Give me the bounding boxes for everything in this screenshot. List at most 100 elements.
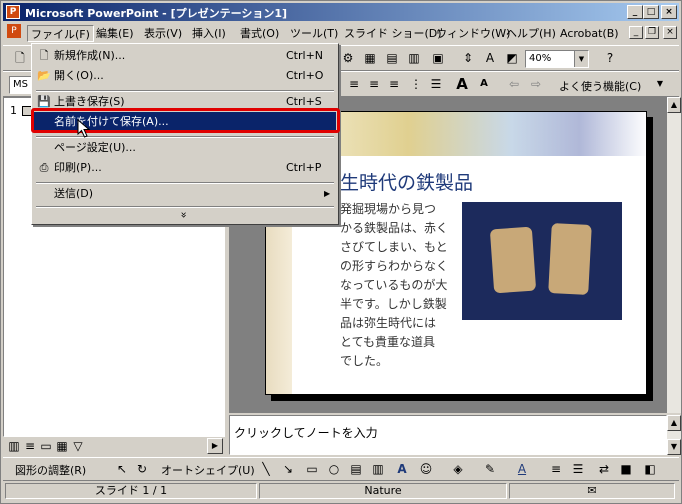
- vertical-textbox-icon[interactable]: ▥: [369, 460, 387, 478]
- document-icon[interactable]: P: [7, 24, 21, 38]
- body-line: かる鉄製品は、赤く: [340, 221, 449, 235]
- insert-chart-bar-icon[interactable]: ▥: [405, 49, 423, 67]
- scroll-right-icon[interactable]: ▶: [207, 438, 223, 454]
- rectangle-icon[interactable]: ▭: [303, 460, 321, 478]
- clipart-icon[interactable]: ☺: [417, 460, 435, 478]
- body-line: でした。: [340, 354, 389, 368]
- arrow-style-icon[interactable]: ⇄: [595, 460, 613, 478]
- menu-format[interactable]: 書式(O): [237, 25, 282, 42]
- notes-pane[interactable]: クリックしてノートを入力: [229, 415, 667, 455]
- align-right-icon[interactable]: ≡: [385, 75, 403, 93]
- doc-close-button[interactable]: ×: [663, 26, 677, 39]
- notes-scroll-up-icon[interactable]: ▲: [667, 415, 681, 431]
- select-arrow-icon[interactable]: ↖: [113, 460, 131, 478]
- body-line: の形すらわからなく: [340, 259, 449, 273]
- new-doc-icon[interactable]: 🗋: [11, 49, 29, 67]
- insert-chart-icon[interactable]: ⚙: [339, 49, 357, 67]
- decrease-font-icon[interactable]: A: [475, 75, 493, 93]
- textbox-icon[interactable]: ▤: [347, 460, 365, 478]
- menu-item-print[interactable]: ⎙ 印刷(P)... Ctrl+P: [34, 158, 336, 178]
- insert-clipart-icon[interactable]: ▣: [429, 49, 447, 67]
- menu-item-new[interactable]: 🗋 新規作成(N)... Ctrl+N: [34, 46, 336, 66]
- scroll-up-icon[interactable]: ▲: [667, 97, 681, 113]
- menu-item-label: 送信(D): [54, 187, 94, 200]
- line-color-icon[interactable]: ✎: [481, 460, 499, 478]
- promote-icon[interactable]: ⇦: [505, 75, 523, 93]
- align-left-icon[interactable]: ≡: [345, 75, 363, 93]
- menu-window[interactable]: ウィンドウ(W): [433, 25, 513, 42]
- fill-color-icon[interactable]: ◈: [449, 460, 467, 478]
- notes-placeholder: クリックしてノートを入力: [234, 426, 378, 440]
- font-box-value: MS: [13, 79, 28, 90]
- line-style-icon[interactable]: ≡: [547, 460, 565, 478]
- iron-artifacts-photo[interactable]: [462, 202, 622, 320]
- free-rotate-icon[interactable]: ↻: [133, 460, 151, 478]
- frequent-functions-button[interactable]: よく使う機能(C): [559, 78, 641, 94]
- font-box[interactable]: MS: [9, 76, 33, 94]
- body-line: とても貴重な道具: [340, 335, 436, 349]
- expand-chevron-icon: »: [177, 211, 191, 219]
- shadow-icon[interactable]: ■: [617, 460, 635, 478]
- minimize-button[interactable]: _: [627, 5, 643, 19]
- adjust-shapes-button[interactable]: 図形の調整(R): [15, 462, 86, 478]
- 3d-icon[interactable]: ◧: [641, 460, 659, 478]
- menu-item-label: ページ設定(U)...: [54, 141, 136, 154]
- menu-file[interactable]: ファイル(F): [27, 25, 94, 42]
- increase-font-icon[interactable]: A: [453, 75, 471, 93]
- mouse-cursor-icon: [77, 119, 91, 138]
- menu-edit[interactable]: 編集(E): [93, 25, 137, 42]
- wordart-icon[interactable]: A: [393, 460, 411, 478]
- doc-minimize-button[interactable]: _: [629, 26, 643, 39]
- body-line: 半です。しかし鉄製: [340, 297, 447, 311]
- slide-body-text[interactable]: 発掘現場から見つ かる鉄製品は、赤く さびてしまい、もと の形すらわからなく な…: [340, 200, 458, 371]
- menu-item-shortcut: Ctrl+N: [286, 49, 324, 62]
- autoshape-button[interactable]: オートシェイプ(U): [161, 462, 255, 478]
- font-color-icon[interactable]: A: [513, 460, 531, 478]
- align-center-icon[interactable]: ≡: [365, 75, 383, 93]
- menu-item-page-setup[interactable]: ページ設定(U)...: [34, 138, 336, 158]
- insert-table-icon[interactable]: ▦: [361, 49, 379, 67]
- menu-item-send[interactable]: 送信(D) ▶: [34, 184, 336, 204]
- menu-insert[interactable]: 挿入(I): [189, 25, 229, 42]
- menu-help[interactable]: ヘルプ(H): [503, 25, 559, 42]
- menu-tools[interactable]: ツール(T): [287, 25, 341, 42]
- menu-bar: P ファイル(F) 編集(E) 表示(V) 挿入(I) 書式(O) ツール(T)…: [3, 23, 679, 43]
- line-icon[interactable]: ╲: [257, 460, 275, 478]
- dash-style-icon[interactable]: ☰: [569, 460, 587, 478]
- maximize-button[interactable]: □: [643, 5, 659, 19]
- menu-slideshow[interactable]: スライド ショー(D): [341, 25, 445, 42]
- slideshow-view-icon[interactable]: ▽: [69, 437, 87, 455]
- close-button[interactable]: ×: [661, 5, 677, 19]
- body-line: 発掘現場から見つ: [340, 202, 437, 216]
- menu-item-open[interactable]: 📂 開く(O)... Ctrl+O: [34, 66, 336, 86]
- oval-icon[interactable]: ○: [325, 460, 343, 478]
- numbering-icon[interactable]: ⋮: [407, 75, 425, 93]
- body-line: さびてしまい、もと: [340, 240, 448, 254]
- menu-acrobat[interactable]: Acrobat(B): [557, 25, 622, 42]
- powerpoint-window: P Microsoft PowerPoint - [プレゼンテーション1] _ …: [0, 0, 682, 504]
- demote-icon[interactable]: ⇨: [527, 75, 545, 93]
- grayscale-icon[interactable]: ◩: [503, 49, 521, 67]
- zoom-combo[interactable]: 40% ▼: [525, 50, 589, 68]
- menu-view[interactable]: 表示(V): [141, 25, 185, 42]
- bullets-icon[interactable]: ☰: [427, 75, 445, 93]
- slide-title[interactable]: 生時代の鉄製品: [340, 168, 473, 195]
- chevron-down-icon[interactable]: ▼: [574, 51, 588, 67]
- notes-scroll-down-icon[interactable]: ▼: [667, 439, 681, 455]
- expand-icon[interactable]: ⇕: [459, 49, 477, 67]
- arrow-icon[interactable]: ↘: [279, 460, 297, 478]
- status-slide: スライド 1 / 1: [5, 483, 257, 499]
- title-bar: P Microsoft PowerPoint - [プレゼンテーション1] _ …: [3, 3, 679, 21]
- chevron-down-icon[interactable]: ▼: [651, 75, 669, 93]
- slide-number: 1: [10, 104, 17, 117]
- menu-expand-button[interactable]: »: [34, 207, 336, 223]
- help-icon[interactable]: ?: [601, 49, 619, 67]
- body-line: なっているものが大: [340, 278, 448, 292]
- powerpoint-app-icon[interactable]: P: [6, 5, 20, 19]
- insert-table-grid-icon[interactable]: ▤: [383, 49, 401, 67]
- doc-restore-button[interactable]: ❐: [645, 26, 659, 39]
- notes-scrollbar[interactable]: ▲ ▼: [667, 415, 681, 455]
- menu-item-label: 新規作成(N)...: [54, 49, 126, 62]
- show-format-icon[interactable]: A: [481, 49, 499, 67]
- slide-scrollbar[interactable]: ▲: [667, 97, 681, 413]
